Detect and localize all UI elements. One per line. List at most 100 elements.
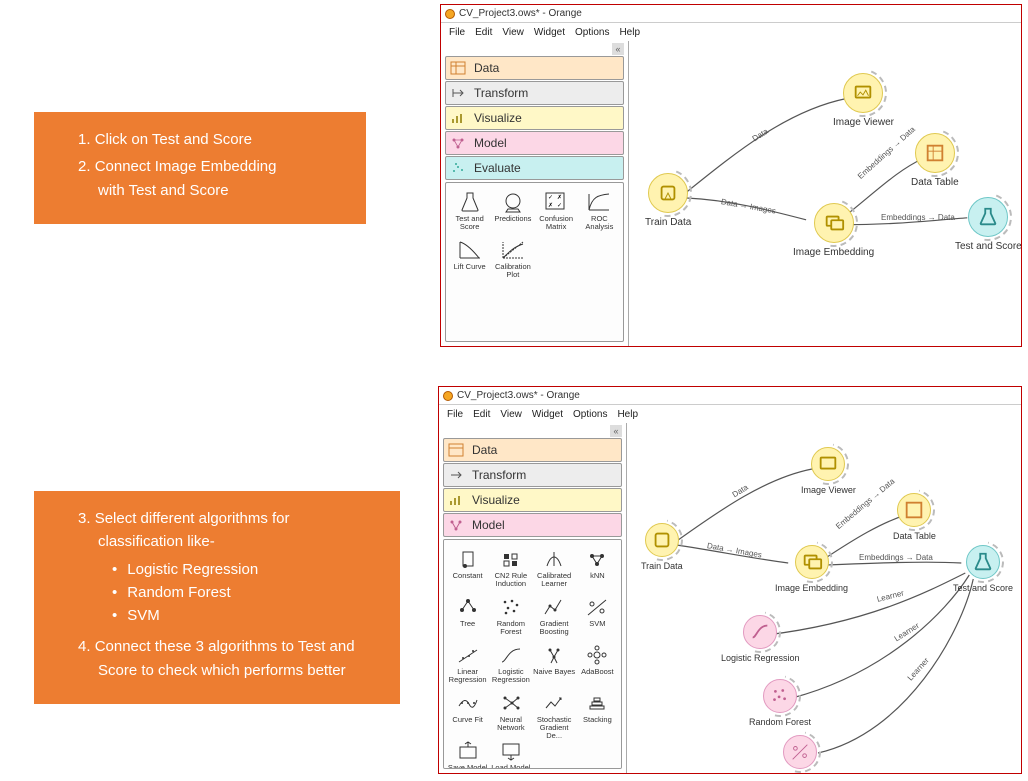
- tool-naive-bayes[interactable]: Naive Bayes: [533, 640, 576, 686]
- matrix-icon: ✓✗✗✓: [541, 189, 571, 215]
- model-tool-icon: [582, 690, 612, 716]
- tool-random-forest[interactable]: Random Forest: [489, 592, 532, 638]
- drawer-data[interactable]: Data: [443, 438, 622, 462]
- drawer-visualize[interactable]: Visualize: [443, 488, 622, 512]
- node-random-forest[interactable]: Random Forest: [749, 679, 811, 727]
- node-image-embedding[interactable]: Image Embedding: [775, 545, 848, 593]
- tool-load-model[interactable]: Load Model: [489, 736, 532, 769]
- tool-save-model[interactable]: Save Model: [446, 736, 489, 769]
- node-image-embedding[interactable]: Image Embedding: [793, 203, 874, 258]
- crystal-ball-icon: [498, 189, 528, 215]
- model-tool-icon: [453, 546, 483, 572]
- edge-label-embed-data2: Embeddings → Data: [859, 553, 933, 562]
- model-tool-icon: [539, 690, 569, 716]
- tool-adaboost[interactable]: AdaBoost: [576, 640, 619, 686]
- orange-window-2: CV_Project3.ows* - Orange File Edit View…: [438, 386, 1022, 774]
- visualize-icon: [446, 491, 466, 509]
- menu-view[interactable]: View: [502, 27, 524, 38]
- step-3: Select different algorithms for classifi…: [64, 507, 378, 627]
- drawer-visualize[interactable]: Visualize: [445, 106, 624, 130]
- tool-neural-network[interactable]: Neural Network: [489, 688, 532, 734]
- tool-confusion-matrix[interactable]: ✓✗✗✓Confusion Matrix: [535, 187, 578, 233]
- model-tool-icon: [453, 594, 483, 620]
- model-tool-icon: [496, 738, 526, 764]
- evaluate-icon: [448, 159, 468, 177]
- model-tools-panel: ConstantCN2 Rule InductionCalibrated Lea…: [443, 539, 622, 769]
- step-4: Connect these 3 algorithms to Test and S…: [64, 635, 378, 682]
- workflow-canvas-2[interactable]: Data Data → Images Embeddings → Data Emb…: [627, 423, 1021, 773]
- tool-cn2-rule-induction[interactable]: CN2 Rule Induction: [489, 544, 532, 590]
- title-bar[interactable]: CV_Project3.ows* - Orange: [441, 5, 1021, 23]
- node-test-and-score[interactable]: Test and Score: [953, 545, 1013, 593]
- model-tool-icon: [496, 546, 526, 572]
- algo-svm: SVM: [132, 604, 378, 627]
- menu-edit[interactable]: Edit: [473, 409, 490, 420]
- model-tool-icon: [453, 738, 483, 764]
- tool-calibrated-learner[interactable]: Calibrated Learner: [533, 544, 576, 590]
- sidebar-collapse-icon[interactable]: «: [612, 43, 624, 55]
- sidebar-collapse-icon[interactable]: «: [610, 425, 622, 437]
- menu-file[interactable]: File: [449, 27, 465, 38]
- step-2: Connect Image Embeddingwith Test and Sco…: [64, 155, 344, 202]
- lift-icon: [455, 237, 485, 263]
- tool-knn[interactable]: kNN: [576, 544, 619, 590]
- tool-stochastic-gradient-de-[interactable]: Stochastic Gradient De...: [533, 688, 576, 734]
- tool-constant[interactable]: Constant: [446, 544, 489, 590]
- menu-help[interactable]: Help: [619, 27, 640, 38]
- menu-file[interactable]: File: [447, 409, 463, 420]
- drawer-data[interactable]: Data: [445, 56, 624, 80]
- model-tool-icon: [496, 642, 526, 668]
- transform-icon: [446, 466, 466, 484]
- calibration-icon: [498, 237, 528, 263]
- orange-window-1: CV_Project3.ows* - Orange File Edit View…: [440, 4, 1022, 347]
- menu-options[interactable]: Options: [573, 409, 607, 420]
- menu-widget[interactable]: Widget: [532, 409, 563, 420]
- tool-logistic-regression[interactable]: Logistic Regression: [489, 640, 532, 686]
- title-bar[interactable]: CV_Project3.ows* - Orange: [439, 387, 1021, 405]
- tool-linear-regression[interactable]: Linear Regression: [446, 640, 489, 686]
- tool-gradient-boosting[interactable]: Gradient Boosting: [533, 592, 576, 638]
- model-tool-icon: [453, 690, 483, 716]
- drawer-model[interactable]: Model: [445, 131, 624, 155]
- node-test-and-score[interactable]: Test and Score: [955, 197, 1022, 252]
- app-icon: [445, 9, 455, 19]
- instruction-callout-2: Select different algorithms for classifi…: [34, 491, 400, 704]
- node-train-data[interactable]: Train Data: [641, 523, 683, 571]
- node-image-viewer[interactable]: Image Viewer: [833, 73, 894, 128]
- tool-stacking[interactable]: Stacking: [576, 688, 619, 734]
- node-image-viewer[interactable]: Image Viewer: [801, 447, 856, 495]
- drawer-model[interactable]: Model: [443, 513, 622, 537]
- drawer-evaluate[interactable]: Evaluate: [445, 156, 624, 180]
- tool-calibration-plot[interactable]: Calibration Plot: [491, 235, 534, 281]
- svg-text:✓: ✓: [557, 203, 562, 209]
- model-icon: [448, 134, 468, 152]
- node-data-table[interactable]: Data Table: [911, 133, 959, 188]
- transform-icon: [448, 84, 468, 102]
- svg-text:✗: ✗: [557, 194, 562, 201]
- model-tool-icon: [453, 642, 483, 668]
- node-logistic-regression[interactable]: Logistic Regression: [721, 615, 800, 663]
- menu-view[interactable]: View: [500, 409, 522, 420]
- drawer-transform[interactable]: Transform: [445, 81, 624, 105]
- node-data-table[interactable]: Data Table: [893, 493, 936, 541]
- menu-edit[interactable]: Edit: [475, 27, 492, 38]
- visualize-icon: [448, 109, 468, 127]
- tool-roc-analysis[interactable]: ROC Analysis: [578, 187, 621, 233]
- tool-test-and-score[interactable]: Test and Score: [448, 187, 491, 233]
- tool-tree[interactable]: Tree: [446, 592, 489, 638]
- model-tool-icon: [539, 546, 569, 572]
- model-tool-icon: [582, 642, 612, 668]
- tool-svm[interactable]: SVM: [576, 592, 619, 638]
- menu-widget[interactable]: Widget: [534, 27, 565, 38]
- node-svm[interactable]: SVM: [783, 735, 817, 774]
- workflow-canvas-1[interactable]: Data Data → Images Embeddings → Data Emb…: [629, 41, 1021, 346]
- tool-predictions[interactable]: Predictions: [491, 187, 534, 233]
- tool-curve-fit[interactable]: Curve Fit: [446, 688, 489, 734]
- menu-options[interactable]: Options: [575, 27, 609, 38]
- node-train-data[interactable]: Train Data: [645, 173, 691, 228]
- model-tool-icon: [582, 594, 612, 620]
- drawer-transform[interactable]: Transform: [443, 463, 622, 487]
- menu-bar: File Edit View Widget Options Help: [439, 405, 1021, 423]
- tool-lift-curve[interactable]: Lift Curve: [448, 235, 491, 281]
- menu-help[interactable]: Help: [617, 409, 638, 420]
